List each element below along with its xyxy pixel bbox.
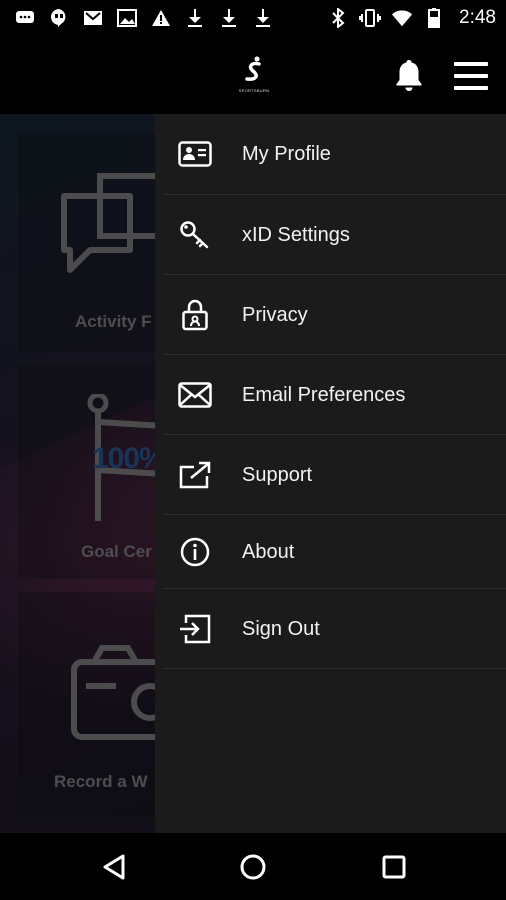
system-nav-bar — [0, 833, 506, 900]
menu-item-label: Sign Out — [242, 617, 320, 640]
menu-item-label: My Profile — [242, 142, 331, 165]
divider — [163, 668, 506, 669]
logo-text: SPORTSBURN — [238, 88, 270, 93]
clock: 2:48 — [459, 7, 496, 28]
lock-icon — [175, 298, 215, 332]
hangouts-icon — [48, 7, 70, 29]
logo-mark-icon — [245, 56, 261, 81]
menu-item-sign-out[interactable]: Sign Out — [155, 589, 506, 669]
menu-item-support[interactable]: Support — [155, 435, 506, 515]
id-card-icon — [175, 137, 215, 171]
external-link-icon — [175, 458, 215, 492]
brand-logo[interactable]: SPORTSBURN — [236, 56, 272, 98]
navigation-drawer: My Profile xID Settings Privacy Email Pr… — [155, 114, 506, 833]
image-icon — [116, 7, 138, 29]
menu-item-xid-settings[interactable]: xID Settings — [155, 195, 506, 275]
menu-item-label: Email Preferences — [242, 383, 406, 406]
download-icon — [184, 7, 206, 29]
info-icon — [175, 535, 215, 569]
system-icons: 2:48 — [327, 7, 496, 29]
warning-icon — [150, 7, 172, 29]
hamburger-menu-icon[interactable] — [454, 62, 488, 90]
recents-square-icon[interactable] — [378, 851, 410, 883]
menu-item-about[interactable]: About — [155, 515, 506, 589]
bluetooth-icon — [327, 7, 349, 29]
status-bar: 2:48 — [0, 0, 506, 36]
vibrate-icon — [359, 7, 382, 29]
menu-item-label: xID Settings — [242, 223, 350, 246]
drawer-scrim[interactable] — [0, 114, 155, 833]
envelope-icon — [175, 378, 215, 412]
bell-icon[interactable] — [393, 58, 425, 92]
download-icon — [218, 7, 240, 29]
menu-item-privacy[interactable]: Privacy — [155, 275, 506, 355]
download-icon — [252, 7, 274, 29]
gmail-icon — [82, 7, 104, 29]
battery-icon — [423, 7, 445, 29]
menu-item-email-preferences[interactable]: Email Preferences — [155, 355, 506, 435]
back-triangle-icon[interactable] — [98, 851, 130, 883]
message-icon — [14, 7, 36, 29]
wifi-icon — [391, 7, 413, 29]
menu-item-my-profile[interactable]: My Profile — [155, 114, 506, 194]
menu-item-label: About — [242, 540, 295, 563]
notification-icons — [14, 7, 274, 29]
home-circle-icon[interactable] — [237, 851, 269, 883]
app-header: SPORTSBURN — [0, 36, 506, 114]
menu-item-label: Privacy — [242, 303, 308, 326]
sign-out-icon — [175, 612, 215, 646]
menu-item-label: Support — [242, 463, 313, 486]
key-icon — [175, 218, 215, 252]
